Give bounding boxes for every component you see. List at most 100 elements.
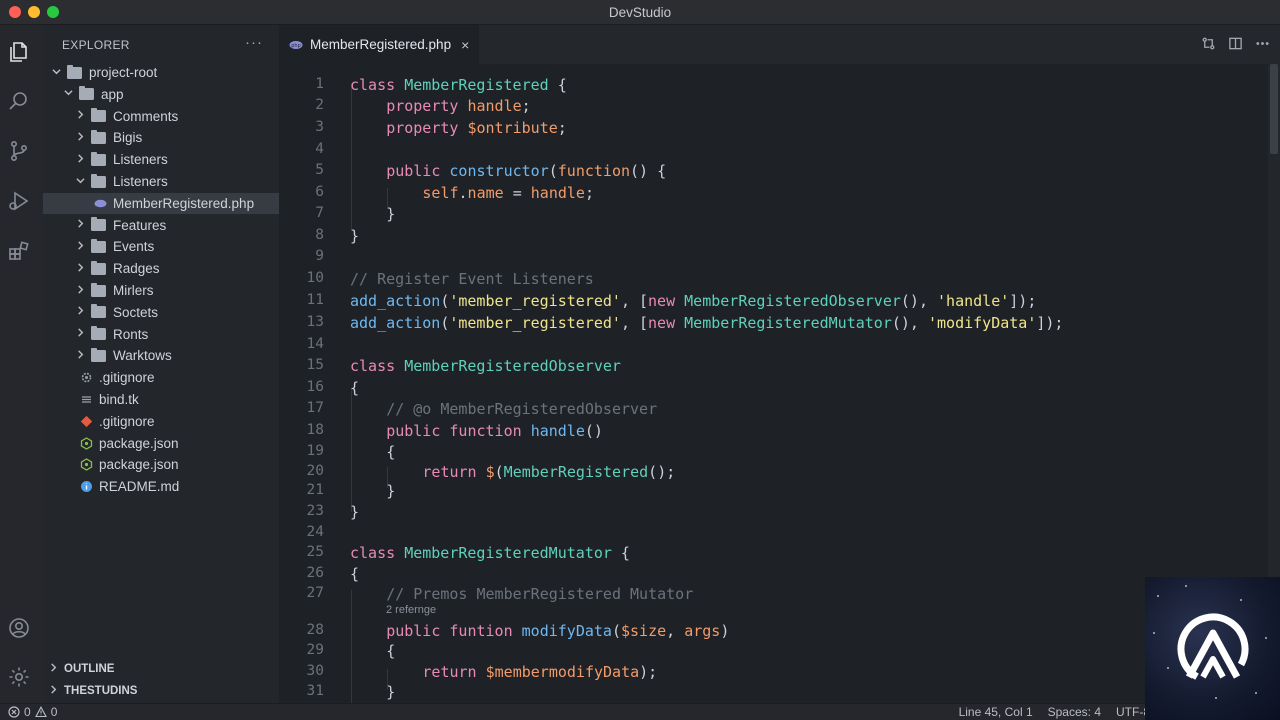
timeline-section[interactable]: THESTUDINS xyxy=(43,681,279,701)
line-number: 5 xyxy=(315,162,324,178)
code-line[interactable]: 5 public constructor(function() { xyxy=(279,162,1280,183)
code-line[interactable]: 16 { xyxy=(279,379,1280,400)
compare-changes-icon[interactable] xyxy=(1201,36,1216,51)
info-file-icon xyxy=(79,480,93,494)
code-line[interactable]: 28 public funtion modifyData($size, args) xyxy=(279,622,1280,643)
folder-item[interactable]: Mirlers xyxy=(43,280,279,301)
scrollbar-thumb[interactable] xyxy=(1270,64,1278,154)
tree-item-label: Mirlers xyxy=(113,283,154,298)
code-line[interactable]: 7} xyxy=(279,205,1280,226)
code-line[interactable]: 26 { xyxy=(279,565,1280,586)
code-line[interactable]: 31} xyxy=(279,683,1280,704)
code-lens-label[interactable]: 2 refernge xyxy=(386,604,436,616)
text-file-icon xyxy=(79,393,93,407)
code-token: MemberRegisteredMutator xyxy=(684,314,892,332)
folder-item[interactable]: app xyxy=(43,84,279,105)
extensions-icon[interactable] xyxy=(5,237,33,265)
folder-item[interactable]: Radges xyxy=(43,258,279,279)
code-line[interactable]: 1 class MemberRegistered { xyxy=(279,76,1280,97)
tree-item-label: Comments xyxy=(113,108,179,124)
code-line[interactable]: 24 xyxy=(279,524,1280,545)
code-line[interactable]: 17 // @o MemberRegisteredObserver xyxy=(279,400,1280,421)
code-token: args xyxy=(684,622,721,640)
code-line[interactable]: 13 add_action('member_registered', [new M… xyxy=(279,314,1280,335)
code-line[interactable]: 15 class MemberRegisteredObserver xyxy=(279,357,1280,378)
tab-memberregistered[interactable]: php MemberRegistered.php × xyxy=(279,25,479,64)
close-tab-icon[interactable]: × xyxy=(461,37,469,53)
folder-item[interactable]: Listeners xyxy=(43,149,279,170)
code-editor[interactable]: 1 class MemberRegistered {2 property handl… xyxy=(279,64,1280,720)
file-item[interactable]: README.md xyxy=(43,476,279,497)
explorer-icon[interactable] xyxy=(5,38,33,66)
tree-item-label: .gitignore xyxy=(99,370,155,386)
folder-item[interactable]: Features xyxy=(43,215,279,236)
code-line[interactable]: 10 // Register Event Listeners xyxy=(279,270,1280,291)
code-line[interactable]: 4 xyxy=(279,141,1280,162)
line-number: 9 xyxy=(315,248,324,264)
code-line[interactable]: 25 class MemberRegisteredMutator { xyxy=(279,544,1280,565)
line-number: 14 xyxy=(306,336,324,352)
file-item[interactable]: package.json xyxy=(43,454,279,475)
folder-item[interactable]: Warktows xyxy=(43,345,279,366)
line-content: } xyxy=(386,482,395,500)
folder-icon xyxy=(79,86,94,101)
chevron-right-icon xyxy=(75,328,85,340)
cursor-position[interactable]: Line 45, Col 1 xyxy=(959,705,1033,719)
problems-indicator[interactable]: 0 0 xyxy=(8,705,57,719)
code-token: return xyxy=(422,463,486,481)
file-item[interactable]: MemberRegistered.php xyxy=(43,192,279,214)
file-item[interactable]: package.json xyxy=(43,433,279,454)
split-editor-icon[interactable] xyxy=(1228,36,1243,51)
more-icon[interactable] xyxy=(1255,36,1270,51)
settings-icon[interactable] xyxy=(5,663,33,691)
code-line[interactable]: 19 { xyxy=(279,443,1280,464)
folder-item[interactable]: Bigis xyxy=(43,127,279,148)
code-line[interactable]: 14 xyxy=(279,336,1280,357)
chevron-right-icon xyxy=(75,110,85,122)
line-content: public function handle() xyxy=(386,422,603,440)
code-line[interactable]: 11 add_action('member_registered', [new M… xyxy=(279,292,1280,313)
file-item[interactable]: .gitignore xyxy=(43,411,279,432)
code-line[interactable]: 23} xyxy=(279,503,1280,524)
folder-item[interactable]: Comments xyxy=(43,106,279,127)
account-icon[interactable] xyxy=(5,614,33,642)
code-line[interactable]: 3 property $ontribute; xyxy=(279,119,1280,140)
code-token: public funtion xyxy=(386,622,522,640)
folder-item[interactable]: Listeners xyxy=(43,171,279,192)
folder-item[interactable]: Ronts xyxy=(43,324,279,345)
code-token: 'modifyData' xyxy=(928,314,1037,332)
code-token: add_action xyxy=(350,314,441,332)
code-line[interactable]: 8} xyxy=(279,227,1280,248)
file-item[interactable]: bind.tk xyxy=(43,389,279,410)
code-line[interactable]: 20 return $(MemberRegistered(); xyxy=(279,463,1280,484)
line-content: property handle; xyxy=(386,97,531,115)
code-line[interactable]: 6 self.name = handle; xyxy=(279,184,1280,205)
code-line[interactable]: 2 property handle; xyxy=(279,97,1280,118)
code-line[interactable]: 30 return $membermodifyData); xyxy=(279,663,1280,684)
folder-item[interactable]: project-root xyxy=(43,62,279,83)
more-actions-icon[interactable]: ··· xyxy=(245,34,263,51)
code-line[interactable]: 21} xyxy=(279,482,1280,503)
folder-item[interactable]: Events xyxy=(43,236,279,257)
code-token: $size xyxy=(621,622,667,640)
code-token: . xyxy=(458,184,468,202)
code-token: MemberRegisteredObserver xyxy=(684,292,901,310)
code-token: { xyxy=(350,565,360,583)
code-line[interactable]: 18 public function handle() xyxy=(279,422,1280,443)
chevron-down-icon xyxy=(75,176,85,188)
timeline-section-label: THESTUDINS xyxy=(64,685,138,697)
line-content: property $ontribute; xyxy=(386,119,567,137)
indentation[interactable]: Spaces: 4 xyxy=(1048,705,1101,719)
code-line[interactable]: 29 { xyxy=(279,642,1280,663)
file-item[interactable]: .gitignore xyxy=(43,367,279,388)
source-control-icon[interactable] xyxy=(5,137,33,165)
search-icon[interactable] xyxy=(5,87,33,115)
tree-item-label: package.json xyxy=(99,457,179,473)
folder-item[interactable]: Soctets xyxy=(43,302,279,323)
outline-section[interactable]: OUTLINE xyxy=(43,659,279,679)
code-token: 'member_registered' xyxy=(449,314,621,332)
code-line[interactable]: 27 // Premos MemberRegistered Mutator xyxy=(279,585,1280,606)
code-line[interactable]: 9 xyxy=(279,248,1280,269)
run-debug-icon[interactable] xyxy=(5,187,33,215)
code-token: return xyxy=(422,663,486,681)
